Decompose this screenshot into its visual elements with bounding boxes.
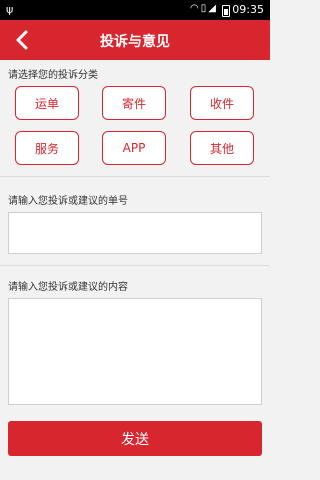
category-app-button[interactable]: APP bbox=[102, 131, 166, 165]
submit-button[interactable]: 发送 bbox=[8, 421, 262, 456]
category-other-button[interactable]: 其他 bbox=[190, 131, 254, 165]
category-receive-button[interactable]: 收件 bbox=[190, 86, 254, 120]
order-number-label: 请输入您投诉或建议的单号 bbox=[8, 196, 128, 207]
page-title: 投诉与意见 bbox=[100, 34, 170, 50]
order-number-input[interactable] bbox=[8, 212, 262, 254]
usb-icon: ψ bbox=[6, 3, 14, 16]
category-label: 请选择您的投诉分类 bbox=[8, 70, 98, 81]
category-waybill-button[interactable]: 运单 bbox=[15, 86, 79, 120]
category-send-button[interactable]: 寄件 bbox=[102, 86, 166, 120]
wifi-icon: ◠ bbox=[190, 3, 201, 14]
signal-icons: ◠▯◢ bbox=[190, 3, 218, 14]
battery-icon bbox=[222, 5, 230, 17]
signal-icon: ◢ bbox=[208, 3, 218, 14]
divider bbox=[0, 176, 270, 177]
category-service-button[interactable]: 服务 bbox=[15, 131, 79, 165]
status-time: 09:35 bbox=[232, 3, 264, 16]
divider bbox=[0, 265, 270, 266]
status-bar: ψ ◠▯◢ 09:35 bbox=[0, 0, 270, 20]
content-textarea[interactable] bbox=[8, 298, 262, 405]
header-bar: 投诉与意见 bbox=[0, 20, 270, 60]
content-label: 请输入您投诉或建议的内容 bbox=[8, 282, 128, 293]
